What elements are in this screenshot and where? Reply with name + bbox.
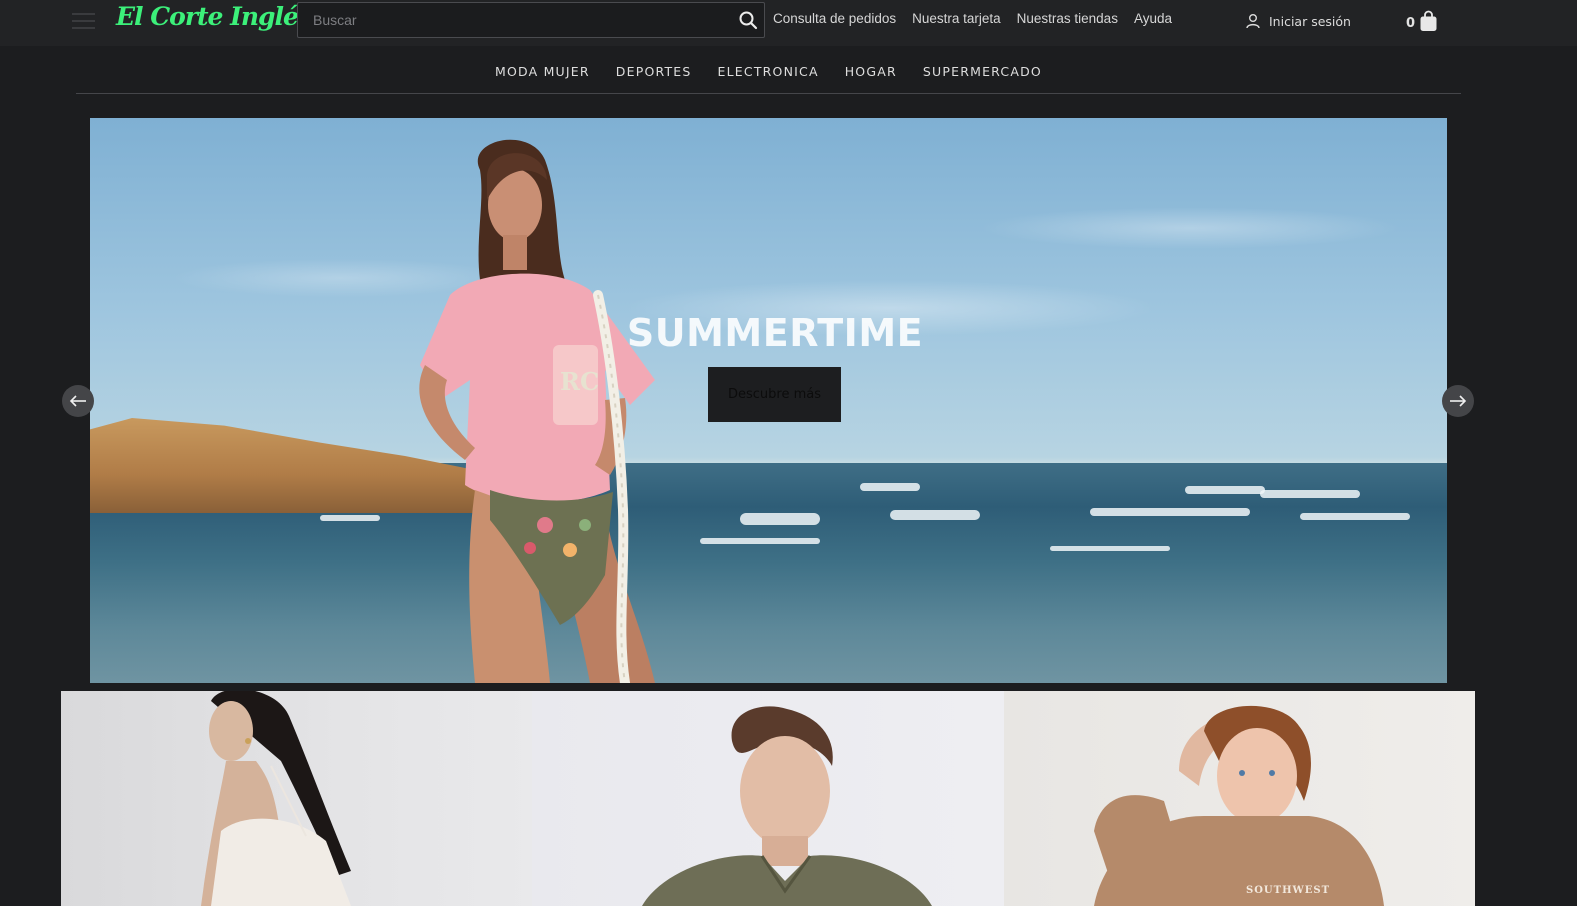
hero-banner[interactable]: RC SUMMERTIME Descubre más xyxy=(90,118,1447,683)
arrow-right-icon xyxy=(1450,395,1467,407)
site-logo[interactable]: El Corte Inglés xyxy=(116,0,312,42)
tile-women-image xyxy=(201,691,351,906)
hero-model-image: RC xyxy=(419,139,655,683)
tile-kids-image: SOUTHWEST xyxy=(1093,705,1384,906)
wave-foam xyxy=(1050,546,1170,551)
tile-kids[interactable]: SOUTHWEST xyxy=(1003,691,1475,906)
link-our-card[interactable]: Nuestra tarjeta xyxy=(912,11,1001,31)
utility-links: Consulta de pedidos Nuestra tarjeta Nues… xyxy=(773,11,1188,31)
link-our-stores[interactable]: Nuestras tiendas xyxy=(1017,11,1118,31)
login-button[interactable]: Iniciar sesión xyxy=(1245,10,1351,32)
link-help[interactable]: Ayuda xyxy=(1134,11,1172,31)
cart-button[interactable]: 0 xyxy=(1406,8,1438,34)
wave-foam xyxy=(1185,486,1265,494)
menu-line xyxy=(72,20,95,22)
tile-men-image xyxy=(642,706,933,906)
tshirt-print-text: RC xyxy=(560,367,599,396)
nav-item-electronica[interactable]: ELECTRONICA xyxy=(718,60,819,79)
link-order-tracking[interactable]: Consulta de pedidos xyxy=(773,11,896,31)
wave-foam xyxy=(1260,490,1360,498)
search-input[interactable] xyxy=(298,3,728,37)
wave-foam xyxy=(740,513,820,525)
category-tiles: SOUTHWEST xyxy=(61,691,1475,906)
hamburger-menu-icon[interactable] xyxy=(72,12,95,30)
nav-item-supermercado[interactable]: SUPERMERCADO xyxy=(923,60,1042,79)
menu-line xyxy=(72,27,95,29)
top-header: El Corte Inglés Consulta de pedidos Nues… xyxy=(0,0,1577,46)
hoodie-print-text: SOUTHWEST xyxy=(1246,885,1330,896)
nav-item-hogar[interactable]: HOGAR xyxy=(845,60,897,79)
shopping-bag-icon xyxy=(1420,10,1437,31)
category-nav: MODA MUJER DEPORTES ELECTRONICA HOGAR SU… xyxy=(76,46,1461,94)
wave-foam xyxy=(890,510,980,520)
logo-text: El Corte Inglés xyxy=(116,2,312,31)
cart-count: 0 xyxy=(1406,15,1416,31)
search-icon[interactable] xyxy=(738,10,758,30)
nav-item-deportes[interactable]: DEPORTES xyxy=(616,60,692,79)
tile-women[interactable] xyxy=(61,691,533,906)
carousel-prev-button[interactable] xyxy=(62,385,94,417)
wave-foam xyxy=(1300,513,1410,520)
carousel-next-button[interactable] xyxy=(1442,385,1474,417)
wave-foam xyxy=(700,538,820,544)
arrow-left-icon xyxy=(69,395,86,407)
tile-men[interactable] xyxy=(532,691,1004,906)
menu-line xyxy=(72,13,95,15)
discover-more-button[interactable]: Descubre más xyxy=(708,367,841,422)
wave-foam xyxy=(860,483,920,491)
user-icon xyxy=(1246,14,1260,29)
nav-item-moda-mujer[interactable]: MODA MUJER xyxy=(495,60,590,79)
wave-foam xyxy=(1090,508,1250,516)
hero-title: SUMMERTIME xyxy=(626,311,924,355)
login-label: Iniciar sesión xyxy=(1269,13,1351,29)
search-box xyxy=(297,2,765,38)
